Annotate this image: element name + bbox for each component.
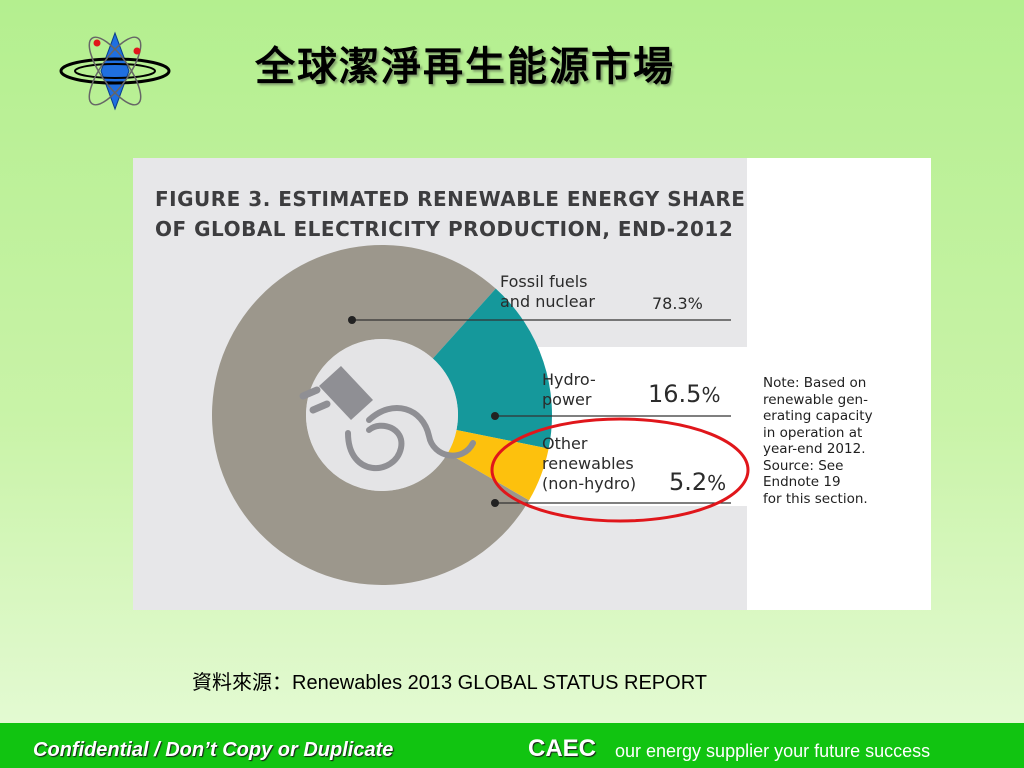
- label-hydro-line1: Hydro-: [542, 370, 596, 389]
- leader-fossil-dot: [348, 316, 356, 324]
- footer-tagline: our energy supplier your future success: [615, 741, 931, 761]
- figure-note-line: for this section.: [763, 490, 868, 507]
- value-other: 5.2%: [669, 468, 726, 496]
- value-other-number: 5.2: [669, 468, 708, 496]
- leader-other-dot: [491, 499, 499, 507]
- value-hydro-suffix: %: [701, 383, 721, 407]
- label-fossil: Fossil fuels and nuclear: [500, 272, 595, 312]
- figure-note: Note: Based on renewable gen-erating capa…: [763, 375, 923, 507]
- label-other-line1: Other: [542, 434, 588, 453]
- label-fossil-line1: Fossil fuels: [500, 272, 588, 291]
- leader-hydro-dot: [491, 412, 499, 420]
- label-other-line3: (non-hydro): [542, 474, 637, 493]
- caec-logo: [55, 25, 175, 117]
- label-hydro-line2: power: [542, 390, 592, 409]
- figure-note-line: renewable gen-: [763, 391, 868, 408]
- label-hydro: Hydro- power: [542, 370, 596, 410]
- slide-title: 全球潔淨再生能源市場: [255, 44, 675, 90]
- figure-note-line: in operation at: [763, 424, 863, 441]
- figure-note-line: Note: Based on: [763, 375, 867, 391]
- footer-bar: Confidential / Don’t Copy or Duplicate C…: [0, 723, 1024, 768]
- confidential-notice: Confidential / Don’t Copy or Duplicate: [33, 739, 394, 761]
- atom-logo-icon: [59, 31, 171, 111]
- source-citation: 資料來源：Renewables 2013 GLOBAL STATUS REPOR…: [192, 672, 707, 694]
- value-hydro: 16.5%: [648, 380, 720, 408]
- label-other-line2: renewables: [542, 454, 634, 473]
- figure-note-line: Endnote 19: [763, 474, 841, 490]
- value-fossil: 78.3%: [652, 294, 703, 313]
- value-other-suffix: %: [707, 471, 727, 495]
- label-other: Other renewables (non-hydro): [542, 434, 636, 494]
- footer-brand: CAEC: [528, 735, 597, 762]
- label-fossil-line2: and nuclear: [500, 292, 595, 311]
- figure-panel: FIGURE 3. ESTIMATED RENEWABLE ENERGY SHA…: [133, 158, 931, 610]
- figure-note-line: year-end 2012.: [763, 441, 866, 457]
- figure-note-line: Source: See: [763, 457, 844, 474]
- value-hydro-number: 16.5: [648, 380, 702, 408]
- figure-note-line: erating capacity: [763, 408, 873, 424]
